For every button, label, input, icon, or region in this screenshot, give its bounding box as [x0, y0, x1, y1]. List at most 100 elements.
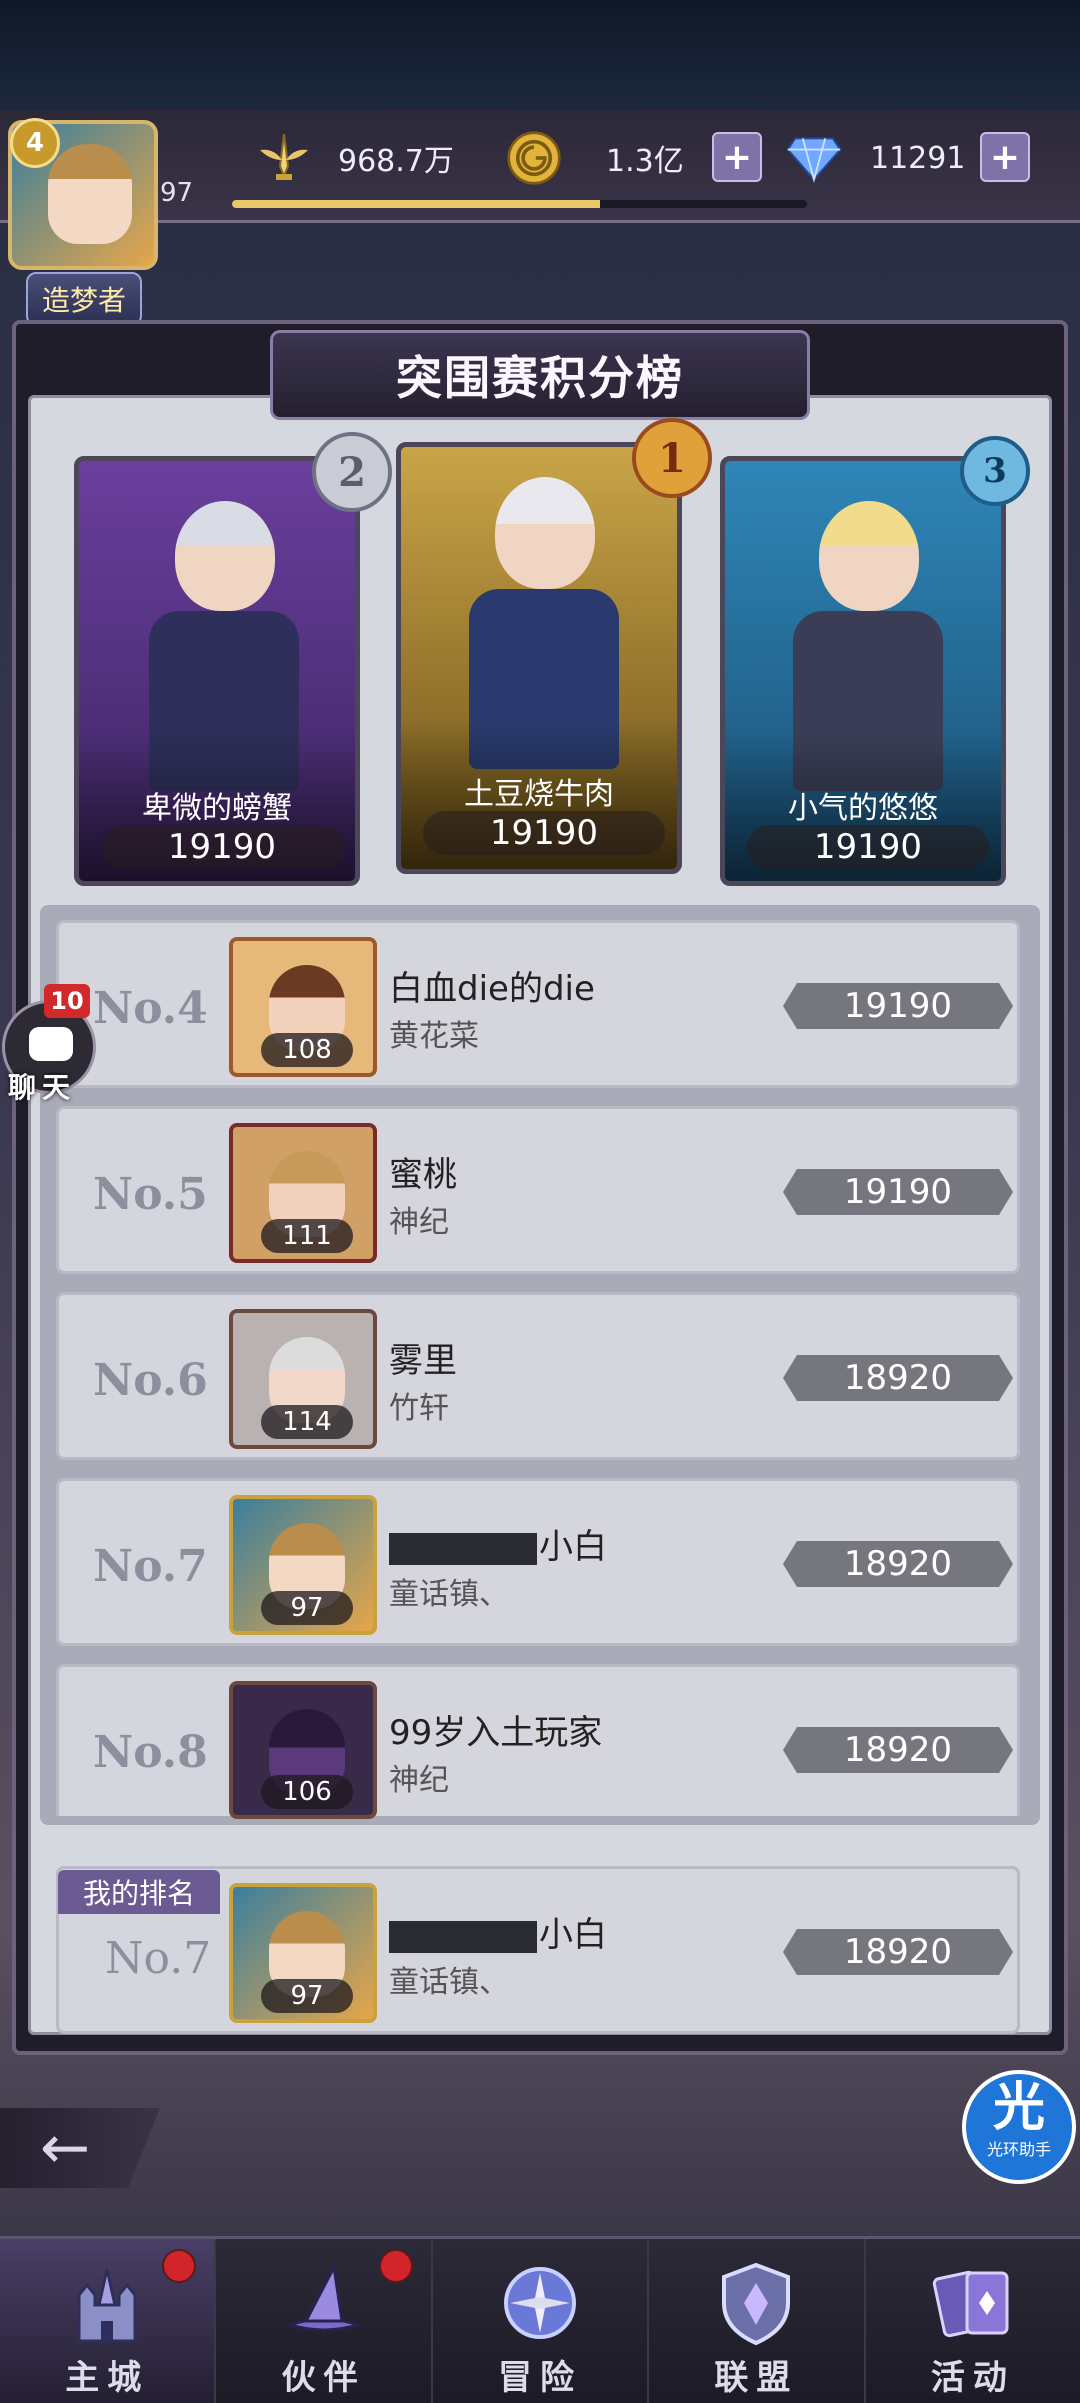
diamond-icon — [786, 130, 842, 186]
row-score: 18920 — [783, 1541, 1013, 1587]
player-portrait: 106 — [229, 1681, 377, 1819]
table-row[interactable]: No.7 97 小白 童话镇、 18920 — [56, 1478, 1020, 1646]
portrait-level: 114 — [261, 1405, 353, 1439]
gold-medal-icon: 1 — [632, 418, 712, 498]
diamond-display: 11291 — [786, 130, 965, 186]
table-row[interactable]: No.6 114 雾里 竹轩 18920 — [56, 1292, 1020, 1460]
guild-name: 神纪 — [389, 1763, 449, 1798]
player-portrait: 111 — [229, 1123, 377, 1263]
add-gold-button[interactable]: + — [712, 132, 762, 182]
gold-value: 1.3亿 — [606, 144, 684, 179]
exp-bar — [232, 200, 807, 208]
portrait-level: 111 — [261, 1219, 353, 1253]
row-score: 18920 — [783, 1727, 1013, 1773]
sky-background — [0, 0, 1080, 120]
nav-events[interactable]: 活动 — [866, 2239, 1080, 2403]
player-title-badge[interactable]: 造梦者 — [26, 272, 142, 326]
chat-unread-badge: 10 — [44, 984, 90, 1018]
gold-coin-icon — [506, 130, 562, 186]
table-row[interactable]: No.8 106 99岁入土玩家 神纪 18920 — [56, 1664, 1020, 1819]
row-rank: No.6 — [93, 1355, 208, 1406]
character-head — [495, 477, 595, 589]
redacted-block — [389, 1920, 537, 1953]
guild-name: 童话镇、 — [389, 1577, 509, 1612]
row-rank: No.4 — [93, 983, 208, 1034]
exp-bar-fill — [232, 200, 600, 208]
leaderboard-title: 突围赛积分榜 — [396, 351, 684, 405]
player-name: 99岁入土玩家 — [389, 1713, 603, 1753]
avatar-level-badge: 4 — [10, 118, 60, 168]
player-name-text: 小白 — [539, 1915, 607, 1955]
add-diamond-button[interactable]: + — [980, 132, 1030, 182]
table-row[interactable]: No.5 111 蜜桃 神纪 19190 — [56, 1106, 1020, 1274]
character-head — [175, 501, 275, 611]
chat-bubble-icon — [29, 1027, 73, 1061]
podium-score: 19190 — [747, 825, 989, 869]
portrait-level: 97 — [261, 1591, 353, 1625]
bronze-medal-icon: 3 — [960, 436, 1030, 506]
row-rank: No.8 — [93, 1727, 208, 1778]
helper-label: 光环助手 — [986, 2140, 1051, 2159]
portrait-level: 106 — [261, 1775, 353, 1809]
shield-crest-icon — [706, 2253, 806, 2353]
power-display: 968.7万 — [256, 130, 454, 186]
player-portrait: 108 — [229, 937, 377, 1077]
my-rank-tag: 我的排名 — [58, 1870, 220, 1914]
player-name: 雾里 — [389, 1341, 457, 1381]
diamond-value: 11291 — [870, 140, 966, 176]
gold-display: 1.3亿 — [506, 130, 684, 186]
guild-name: 黄花菜 — [389, 1019, 479, 1054]
nav-main-city[interactable]: 主城 — [0, 2239, 217, 2403]
chat-label: 聊天 — [8, 1071, 77, 1104]
back-button[interactable]: ← — [0, 2108, 160, 2188]
compass-orb-icon — [490, 2253, 590, 2353]
player-portrait: 114 — [229, 1309, 377, 1449]
row-rank: No.5 — [93, 1169, 208, 1220]
cards-icon — [923, 2253, 1023, 2353]
player-portrait: 97 — [229, 1495, 377, 1635]
nav-label: 活动 — [930, 2358, 1015, 2398]
nav-alliance[interactable]: 联盟 — [649, 2239, 866, 2403]
row-score: 18920 — [783, 1929, 1013, 1975]
guild-name: 竹轩 — [389, 1391, 449, 1426]
nav-partners[interactable]: 伙伴 — [216, 2239, 433, 2403]
nav-adventure[interactable]: 冒险 — [433, 2239, 650, 2403]
nav-label: 伙伴 — [281, 2358, 366, 2398]
sword-wings-icon — [256, 130, 312, 186]
my-rank: No.7 — [105, 1933, 212, 1984]
row-score: 18920 — [783, 1355, 1013, 1401]
nav-label: 主城 — [65, 2358, 150, 2398]
guild-name: 童话镇、 — [389, 1965, 509, 2000]
nav-label: 联盟 — [714, 2358, 799, 2398]
podium-name: 卑微的螃蟹 — [142, 791, 292, 826]
helper-button[interactable]: 光 光环助手 — [962, 2070, 1076, 2184]
row-score: 19190 — [783, 1169, 1013, 1215]
player-name: 小白 — [389, 1519, 607, 1568]
notification-dot — [162, 2249, 197, 2283]
silver-medal-icon: 2 — [312, 432, 392, 512]
podium-card-1[interactable]: 土豆烧牛肉 19190 — [396, 442, 682, 874]
portrait-level: 97 — [261, 1979, 353, 2013]
guild-name: 神纪 — [389, 1205, 449, 1240]
podium-score: 19190 — [101, 825, 343, 869]
bottom-nav: 主城 伙伴 冒险 联盟 活动 — [0, 2236, 1080, 2403]
podium-score: 19190 — [423, 811, 665, 855]
podium-name: 小气的悠悠 — [788, 791, 938, 826]
player-name: 小白 — [389, 1907, 607, 1956]
table-row[interactable]: No.4 108 白血die的die 黄花菜 19190 — [56, 920, 1020, 1088]
back-arrow-icon: ← — [39, 2113, 91, 2183]
character-head — [819, 501, 919, 611]
podium-card-3[interactable]: 小气的悠悠 19190 — [720, 456, 1006, 886]
avatar-portrait — [48, 144, 132, 244]
castle-icon — [57, 2253, 157, 2353]
power-value: 968.7万 — [338, 144, 454, 179]
player-name: 蜜桃 — [389, 1155, 457, 1195]
row-rank: No.7 — [93, 1541, 208, 1592]
portrait-level: 108 — [261, 1033, 353, 1067]
podium-card-2[interactable]: 卑微的螃蟹 19190 — [74, 456, 360, 886]
helper-logo: 光 — [992, 2078, 1045, 2138]
notification-dot — [378, 2249, 413, 2283]
player-level: 97 — [160, 178, 194, 208]
witch-hat-icon — [274, 2253, 374, 2353]
podium-name: 土豆烧牛肉 — [464, 777, 614, 812]
